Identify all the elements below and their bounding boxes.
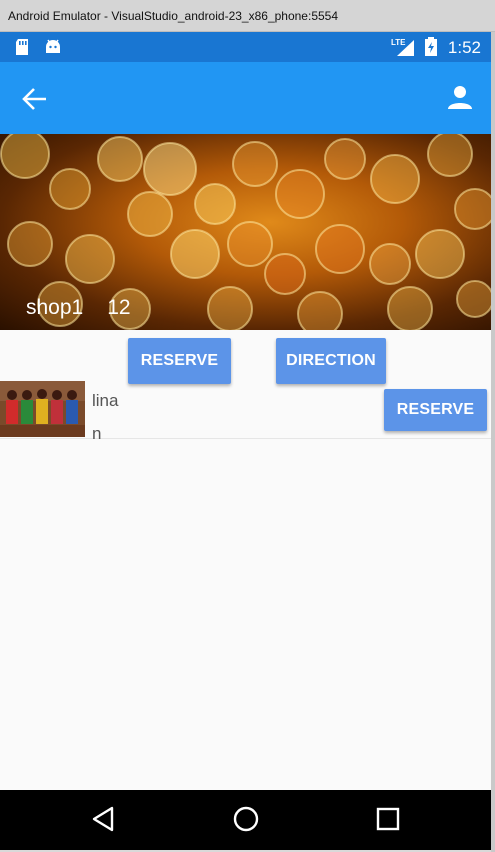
device-screen: LTE 1:52 shop1 12 RESERVE DIRECTION lina… [0,32,491,850]
nav-home-icon[interactable] [232,805,260,833]
list-item-name: linan [92,391,119,443]
window-title: Android Emulator - VisualStudio_android-… [0,0,495,32]
svg-text:LTE: LTE [391,38,406,47]
list-item-thumbnail [0,381,85,437]
status-time: 1:52 [447,38,481,57]
signal-lte-icon: LTE [391,38,414,56]
list-item-reserve-button[interactable]: RESERVE [384,389,487,431]
back-arrow-icon[interactable] [20,84,50,114]
people-photo-image [0,381,85,437]
hero-caption: shop1 12 [26,296,155,320]
battery-icon [425,37,437,56]
account-icon[interactable] [445,82,475,112]
android-icon [46,39,60,53]
app-bar [0,62,491,134]
sd-card-icon [16,39,28,55]
shop-name: shop1 [26,296,84,319]
nav-back-icon[interactable] [90,805,116,833]
nav-recents-icon[interactable] [376,807,400,831]
status-bar: LTE 1:52 [0,32,491,62]
navigation-bar [0,790,491,850]
list-item[interactable]: linan RESERVE [0,378,491,443]
window-edge [491,32,495,852]
shop-number: 12 [107,296,131,319]
